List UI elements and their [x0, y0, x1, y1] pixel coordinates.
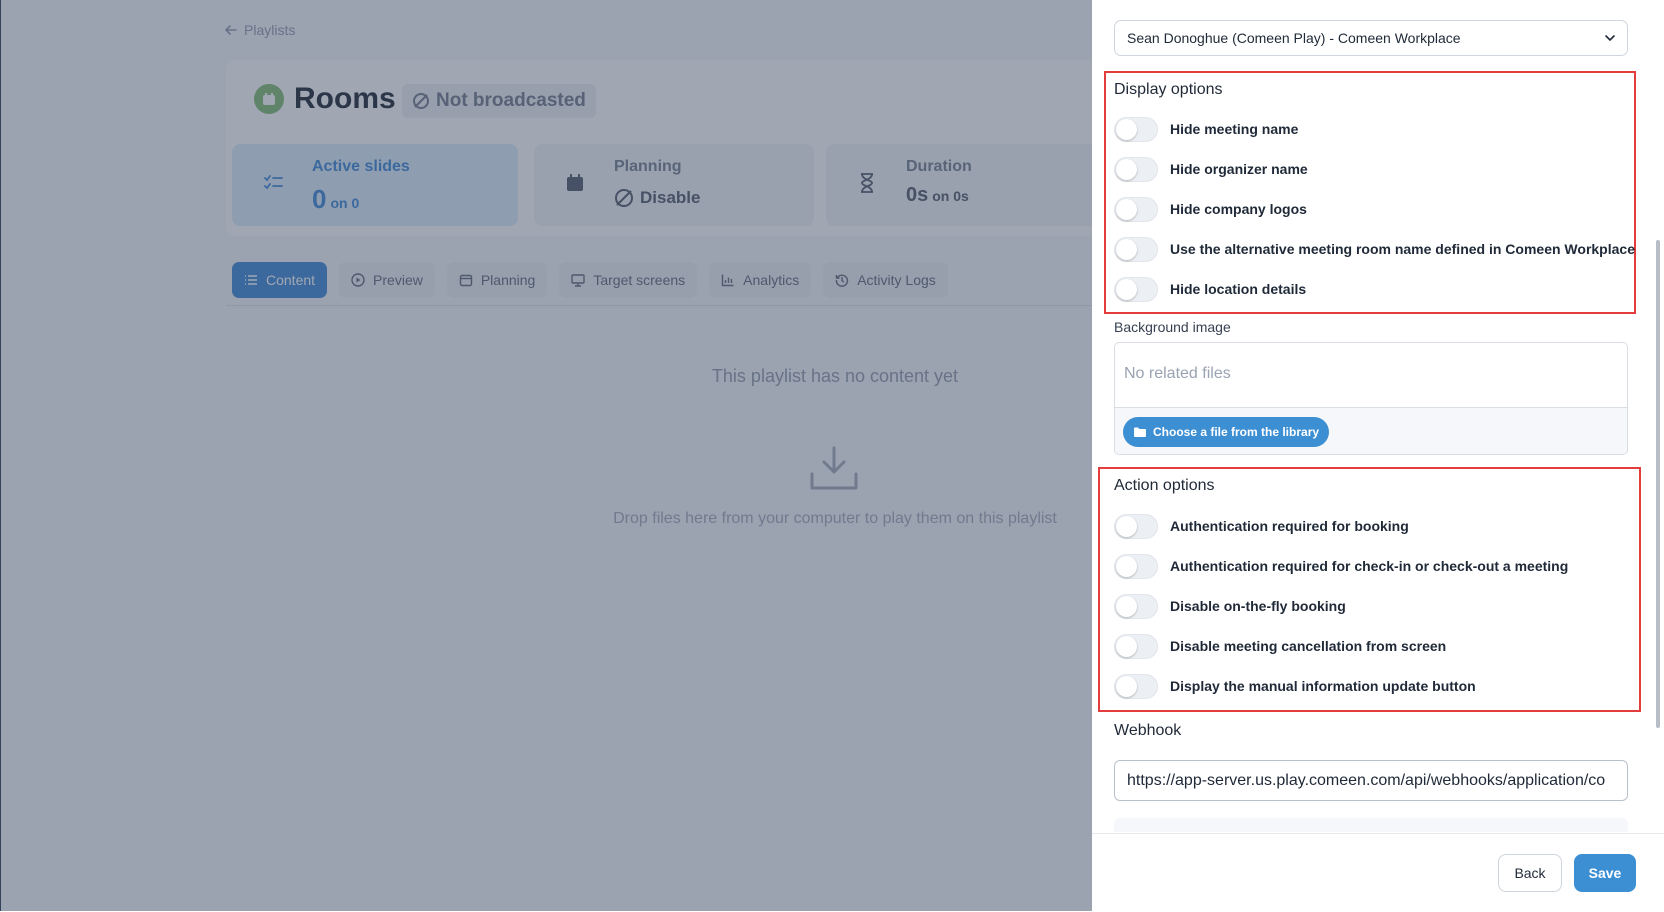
- option-hide-company-logos[interactable]: Hide company logos: [1114, 196, 1307, 222]
- toggle-switch[interactable]: [1114, 513, 1158, 539]
- option-hide-meeting-name[interactable]: Hide meeting name: [1114, 116, 1298, 142]
- chevron-down-icon: [1605, 35, 1615, 42]
- settings-panel: Sean Donoghue (Comeen Play) - Comeen Wor…: [1092, 0, 1664, 912]
- toggle-switch[interactable]: [1114, 196, 1158, 222]
- panel-scrollbar[interactable]: [1656, 240, 1660, 728]
- choose-file-label: Choose a file from the library: [1153, 425, 1320, 439]
- toggle-switch[interactable]: [1114, 593, 1158, 619]
- option-auth-checkin-checkout[interactable]: Authentication required for check-in or …: [1114, 553, 1568, 579]
- folder-icon: [1134, 427, 1146, 437]
- option-label: Authentication required for check-in or …: [1170, 558, 1569, 574]
- option-auth-booking[interactable]: Authentication required for booking: [1114, 513, 1409, 539]
- choose-file-button[interactable]: Choose a file from the library: [1123, 417, 1330, 447]
- webhook-input[interactable]: [1114, 760, 1628, 801]
- option-label: Disable meeting cancellation from screen: [1170, 638, 1447, 654]
- account-select[interactable]: Sean Donoghue (Comeen Play) - Comeen Wor…: [1114, 20, 1628, 56]
- files-footer: Choose a file from the library: [1115, 407, 1627, 454]
- option-hide-location-details[interactable]: Hide location details: [1114, 276, 1306, 302]
- option-label: Hide company logos: [1170, 201, 1307, 217]
- option-manual-update-button[interactable]: Display the manual information update bu…: [1114, 673, 1476, 699]
- option-alternative-room-name[interactable]: Use the alternative meeting room name de…: [1114, 236, 1635, 262]
- option-label: Disable on-the-fly booking: [1170, 598, 1346, 614]
- action-options-title: Action options: [1114, 477, 1215, 494]
- option-label: Hide meeting name: [1170, 121, 1299, 137]
- toggle-switch[interactable]: [1114, 236, 1158, 262]
- option-disable-on-the-fly-booking[interactable]: Disable on-the-fly booking: [1114, 593, 1346, 619]
- back-button[interactable]: Back: [1498, 854, 1562, 892]
- toggle-switch[interactable]: [1114, 633, 1158, 659]
- save-button[interactable]: Save: [1574, 854, 1636, 892]
- option-hide-organizer-name[interactable]: Hide organizer name: [1114, 156, 1308, 182]
- option-label: Authentication required for booking: [1170, 518, 1409, 534]
- toggle-switch[interactable]: [1114, 553, 1158, 579]
- webhook-label: Webhook: [1114, 722, 1182, 739]
- option-label: Use the alternative meeting room name de…: [1170, 241, 1635, 257]
- option-label: Hide location details: [1170, 281, 1307, 297]
- option-disable-meeting-cancellation[interactable]: Disable meeting cancellation from screen: [1114, 633, 1446, 659]
- toggle-switch[interactable]: [1114, 116, 1158, 142]
- display-options-title: Display options: [1114, 81, 1223, 98]
- toggle-switch[interactable]: [1114, 673, 1158, 699]
- background-image-label: Background image: [1114, 319, 1231, 335]
- no-files-text: No related files: [1124, 365, 1231, 382]
- modal-backdrop[interactable]: [0, 0, 1092, 911]
- background-image-field: No related files Choose a file from the …: [1114, 342, 1628, 455]
- option-label: Hide organizer name: [1170, 161, 1308, 177]
- toggle-switch[interactable]: [1114, 156, 1158, 182]
- account-select-value: Sean Donoghue (Comeen Play) - Comeen Wor…: [1127, 30, 1461, 46]
- option-label: Display the manual information update bu…: [1170, 678, 1476, 694]
- panel-footer: Back Save: [1092, 833, 1664, 912]
- toggle-switch[interactable]: [1114, 276, 1158, 302]
- next-field-peek: [1114, 818, 1628, 832]
